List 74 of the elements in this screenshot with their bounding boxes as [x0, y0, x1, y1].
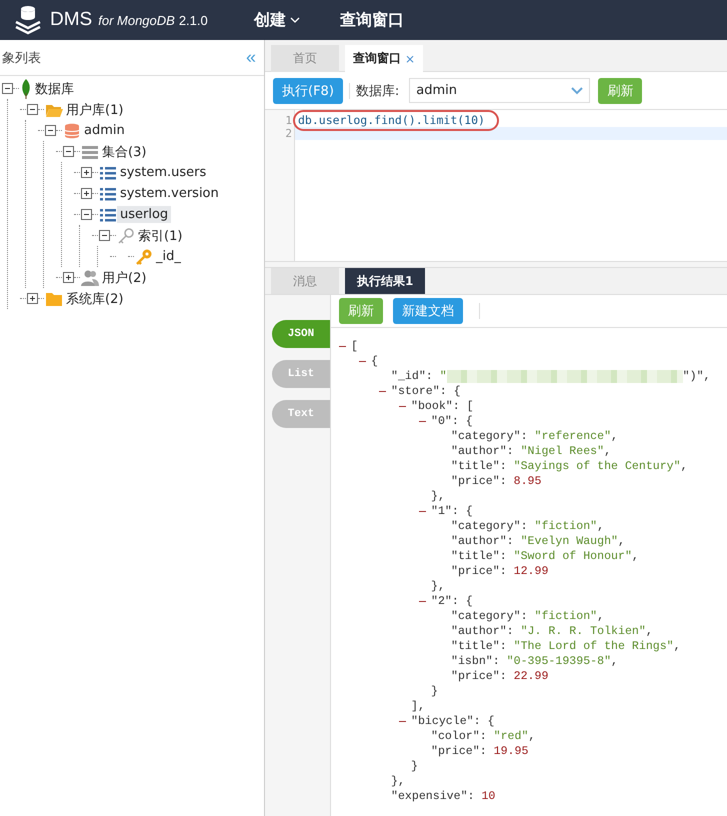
json-line: "category": "fiction",: [451, 519, 604, 534]
collapse-toggle[interactable]: [2, 83, 13, 94]
json-text: ")",: [682, 369, 711, 384]
tree-item[interactable]: 索引(1): [135, 226, 186, 246]
users-icon: [81, 268, 99, 286]
line-number: 2: [284, 127, 293, 140]
expand-toggle[interactable]: [27, 293, 38, 304]
json-line: "author": "Nigel Rees",: [451, 444, 612, 459]
chevron-icon: [571, 86, 584, 94]
json-line: "category": "reference",: [451, 429, 618, 444]
json-line: "expensive": 10: [391, 789, 496, 804]
json-line: },: [431, 489, 445, 504]
sidebar-title: 象列表: [2, 50, 41, 66]
version-label: 2.1.0: [178, 12, 208, 28]
json-line: "price": 8.95: [451, 474, 542, 489]
tab[interactable]: 执行结果1: [345, 268, 426, 294]
code-line: db.userlog.find().limit(10): [293, 110, 499, 131]
code-editor[interactable]: db.userlog.find().limit(10): [295, 110, 727, 261]
app-subtitle: for MongoDB: [98, 12, 175, 28]
json-line: ],: [411, 699, 425, 714]
json-line: }: [431, 684, 438, 699]
json-line: "isbn": "0-395-19395-8",: [451, 654, 618, 669]
tree-item[interactable]: system.users: [117, 164, 210, 181]
json-line: "1": {: [431, 504, 473, 519]
json-line: "price": 19.95: [431, 744, 528, 759]
json-line: "0": {: [431, 414, 473, 429]
json-line: "2": {: [431, 594, 473, 609]
json-line: "price": 12.99: [451, 564, 548, 579]
key-icon: [117, 226, 135, 244]
json-line: "title": "Sword of Honour",: [451, 549, 639, 564]
json-line: "author": "J. R. R. Tolkien",: [451, 624, 653, 639]
tree-item[interactable]: system.version: [117, 185, 222, 202]
expand-toggle[interactable]: [81, 188, 92, 199]
collapse-toggle[interactable]: [27, 104, 38, 115]
tab[interactable]: 查询窗口 ×: [345, 45, 424, 72]
json-line: "title": "The Lord of the Rings",: [451, 639, 681, 654]
json-line: [: [351, 339, 358, 354]
json-line: "book": [: [411, 399, 474, 414]
tree-item[interactable]: userlog: [117, 206, 172, 223]
tree-item[interactable]: 用户(2): [99, 268, 150, 288]
database-label: 数据库:: [356, 82, 400, 100]
nav-menu-item[interactable]: 创建: [254, 10, 300, 30]
json-line: "color": "red",: [431, 729, 536, 744]
key-icon: [135, 248, 153, 266]
json-line: "_id": ": [391, 369, 447, 384]
database-logo-icon: [14, 5, 42, 35]
json-line: },: [431, 579, 445, 594]
json-line: "category": "fiction",: [451, 609, 604, 624]
json-line: "author": "Evelyn Waugh",: [451, 534, 625, 549]
leaf-icon: [20, 78, 32, 98]
tree-item[interactable]: 用户库(1): [63, 100, 126, 120]
json-line: "title": "Sayings of the Century",: [451, 459, 688, 474]
json-line: {: [371, 354, 378, 369]
expand-toggle[interactable]: [81, 167, 92, 178]
tree-item[interactable]: 系统库(2): [63, 288, 126, 308]
database-select[interactable]: admin: [409, 78, 590, 103]
collapse-toggle[interactable]: [99, 230, 110, 241]
json-line: "price": 22.99: [451, 669, 548, 684]
collapse-toggle[interactable]: [81, 209, 92, 220]
app-title: DMS: [50, 9, 92, 31]
tree-item[interactable]: 数据库: [32, 78, 77, 98]
collapse-toggle[interactable]: [63, 146, 74, 157]
tree-item[interactable]: _id_: [153, 248, 184, 265]
json-line: "bicycle": {: [411, 714, 494, 729]
tree-item[interactable]: 集合(3): [99, 142, 150, 162]
json-line: },: [391, 774, 405, 789]
json-line: }: [411, 759, 418, 774]
expand-toggle[interactable]: [63, 272, 74, 283]
line-number: 1: [284, 114, 293, 127]
tree-item[interactable]: admin: [81, 122, 128, 139]
collapse-toggle[interactable]: [45, 125, 56, 136]
nav-menu-item[interactable]: 查询窗口: [340, 10, 404, 30]
database-icon: [63, 122, 81, 140]
json-line: "store": {: [391, 384, 461, 399]
